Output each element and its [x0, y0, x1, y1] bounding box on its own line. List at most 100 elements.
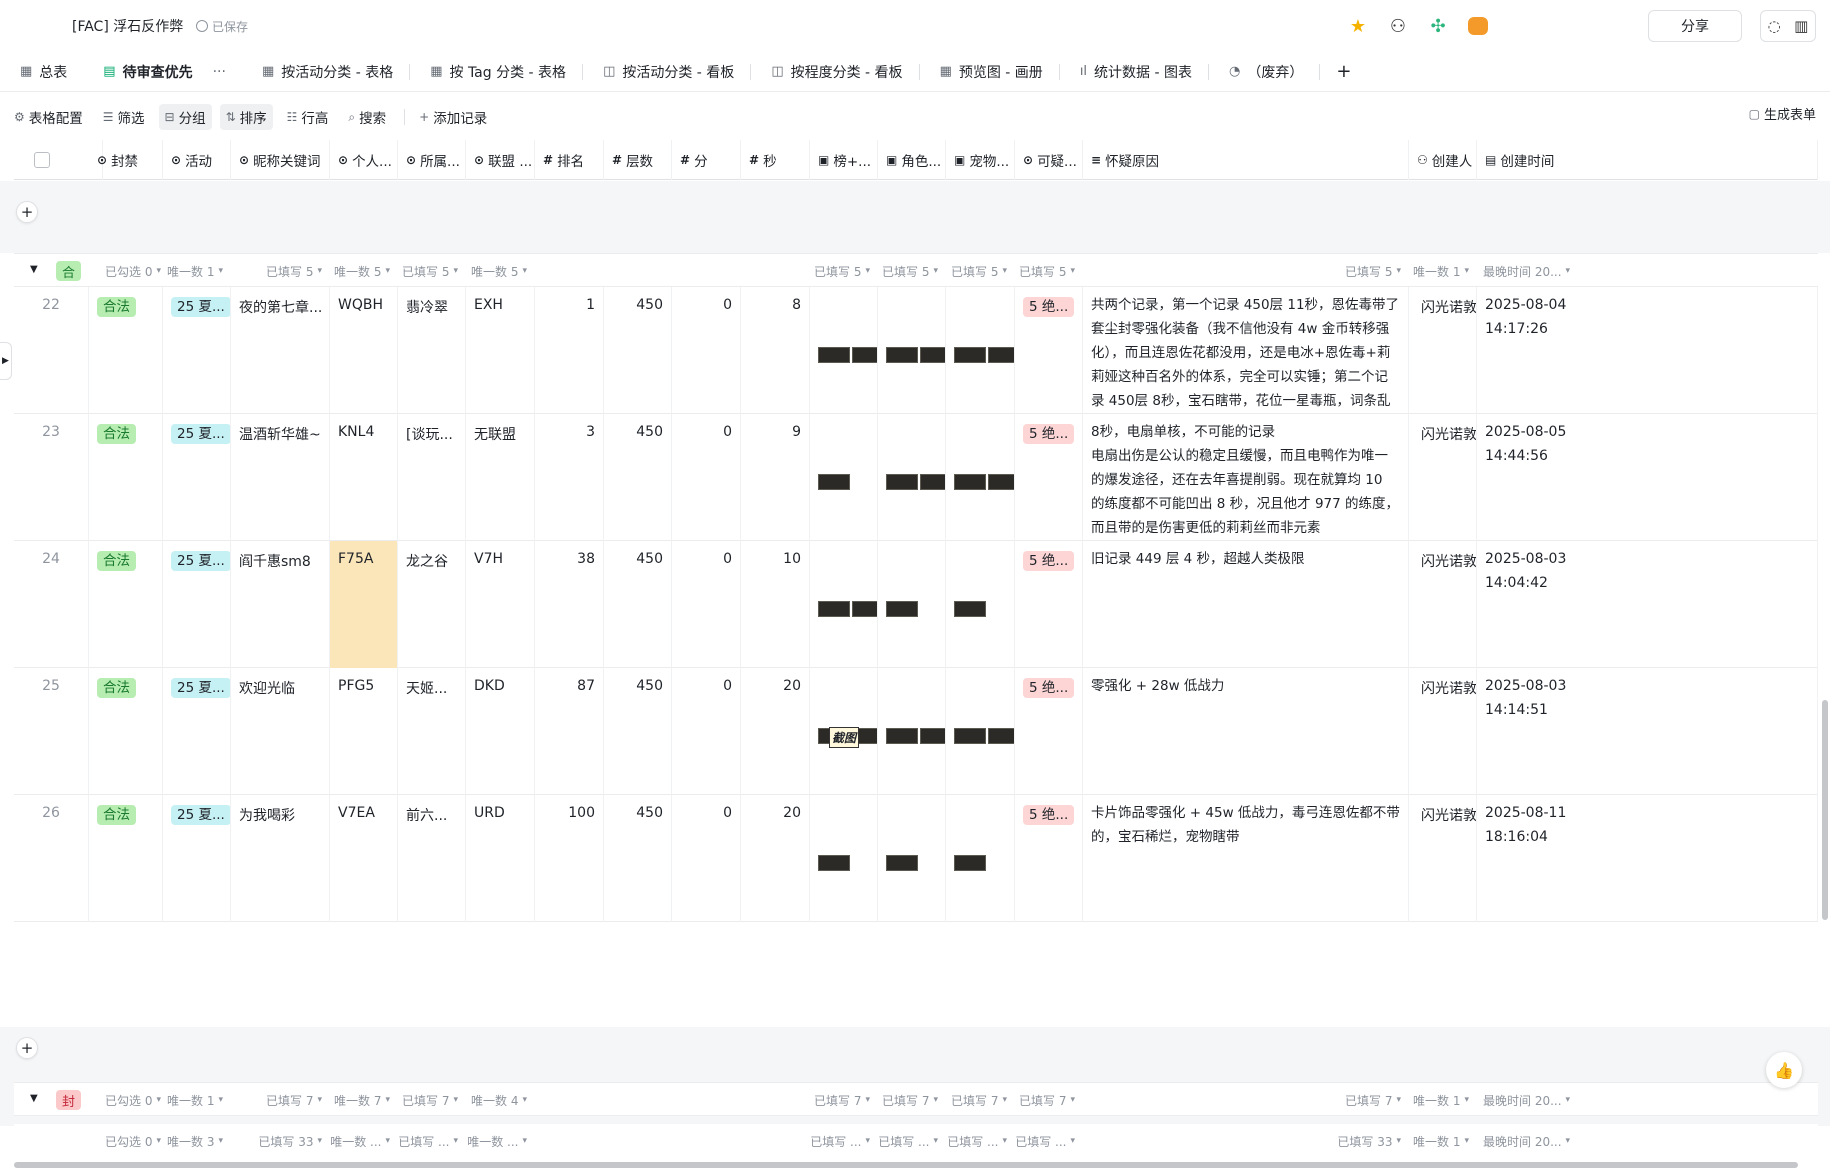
- column-header-belong[interactable]: ⊙ 所属...: [398, 140, 466, 180]
- aggregate-belong[interactable]: 已填写 5: [398, 254, 458, 288]
- cell-personal[interactable]: V7EA: [330, 795, 398, 922]
- cell-activity[interactable]: 25 夏...: [163, 541, 231, 668]
- tab-preview-gallery[interactable]: ▦ 预览图 - 画册: [920, 54, 1059, 90]
- cell-floors[interactable]: 450: [604, 668, 672, 795]
- column-header-ban[interactable]: ⊙ 封禁: [89, 140, 163, 180]
- aggregate-ban[interactable]: 已勾选 0: [105, 254, 171, 288]
- cell-nickname[interactable]: 阎千惠sm8: [231, 541, 330, 668]
- screenshot-thumbnail[interactable]: [818, 855, 850, 871]
- add-view-button[interactable]: +: [1336, 61, 1351, 82]
- cell-alliance[interactable]: 无联盟: [466, 414, 535, 541]
- screenshot-thumbnail[interactable]: [954, 347, 986, 363]
- cell-ban[interactable]: 合法: [89, 541, 163, 668]
- sidebar-toggle[interactable]: ▶: [0, 342, 12, 380]
- aggregate-ban[interactable]: 已勾选 0: [105, 1083, 171, 1117]
- column-header-board[interactable]: ▣ 榜+...: [810, 140, 878, 180]
- aggregate-personal[interactable]: 唯一数 7: [330, 1083, 390, 1117]
- cell-seconds[interactable]: 8: [741, 287, 810, 414]
- cell-activity[interactable]: 25 夏...: [163, 795, 231, 922]
- cell-ban[interactable]: 合法: [89, 414, 163, 541]
- screenshot-thumbnail[interactable]: [920, 728, 945, 744]
- screenshot-thumbnail[interactable]: [852, 347, 877, 363]
- cell-rank[interactable]: 1: [535, 287, 604, 414]
- collapse-caret-icon[interactable]: ▼: [30, 264, 38, 275]
- cell-seconds[interactable]: 9: [741, 414, 810, 541]
- cell-creator[interactable]: 闪光诺敦: [1409, 668, 1477, 795]
- screenshot-thumbnail[interactable]: [818, 474, 850, 490]
- tab-overview[interactable]: ▦ 总表: [0, 54, 83, 90]
- aggregate-activity[interactable]: 唯一数 1: [163, 1083, 223, 1117]
- aggregate-alliance[interactable]: 唯一数 ...: [466, 1124, 527, 1158]
- table-row[interactable]: 22 合法 25 夏... 夜的第七章... WQBH 翡冷翠 EXH 1 450 0 8 5 绝..…: [14, 287, 1818, 414]
- cell-suspect[interactable]: 5 绝...: [1015, 541, 1083, 668]
- collapse-caret-icon[interactable]: ▼: [30, 1093, 38, 1104]
- cell-board-attachment[interactable]: [810, 414, 878, 541]
- generate-form-button[interactable]: ▢ 生成表单: [1749, 104, 1816, 124]
- aggregate-suspect[interactable]: 已填写 ...: [1015, 1124, 1075, 1158]
- screenshot-thumbnail[interactable]: [954, 855, 986, 871]
- cell-creator[interactable]: 闪光诺敦: [1409, 414, 1477, 541]
- table-row[interactable]: 25 合法 25 夏... 欢迎光临 PFG5 天姬... DKD 87 450 0 20 5 绝..…: [14, 668, 1818, 795]
- cell-floors[interactable]: 450: [604, 541, 672, 668]
- add-record-button[interactable]: + 添加记录: [413, 104, 493, 130]
- cell-rank[interactable]: 100: [535, 795, 604, 922]
- aggregate-created[interactable]: 最晚时间 20...: [1483, 1083, 1816, 1117]
- screenshot-thumbnail[interactable]: [852, 601, 877, 617]
- cell-minutes[interactable]: 0: [672, 414, 741, 541]
- screenshot-thumbnail[interactable]: [886, 601, 918, 617]
- cell-created-time[interactable]: 2025-08-05 14:44:56: [1477, 414, 1818, 541]
- aggregate-role[interactable]: 已填写 7: [878, 1083, 938, 1117]
- cell-alliance[interactable]: URD: [466, 795, 535, 922]
- table-row[interactable]: 26 合法 25 夏... 为我喝彩 V7EA 前六... URD 100 450 0 20 5 绝.…: [14, 795, 1818, 922]
- tab-review-priority[interactable]: ▤ 待审查优先 ···: [83, 53, 242, 90]
- cell-created-time[interactable]: 2025-08-11 18:16:04: [1477, 795, 1818, 922]
- aggregate-suspect[interactable]: 已填写 5: [1015, 254, 1075, 288]
- column-header-nickname[interactable]: ⊙ 昵称关键词: [231, 140, 330, 180]
- aggregate-suspect[interactable]: 已填写 7: [1015, 1083, 1075, 1117]
- screenshot-thumbnail[interactable]: [954, 474, 986, 490]
- column-header-reason[interactable]: ≡ 怀疑原因: [1083, 140, 1409, 180]
- cell-creator[interactable]: 闪光诺敦: [1409, 541, 1477, 668]
- cell-creator[interactable]: 闪光诺敦: [1409, 795, 1477, 922]
- cell-alliance[interactable]: V7H: [466, 541, 535, 668]
- aggregate-nickname[interactable]: 已填写 7: [231, 1083, 322, 1117]
- aggregate-belong[interactable]: 已填写 ...: [398, 1124, 458, 1158]
- cell-pet-attachment[interactable]: [946, 541, 1015, 668]
- cell-ban[interactable]: 合法: [89, 795, 163, 922]
- cell-reason[interactable]: 卡片饰品零强化 + 45w 低战力，毒弓连恩佐都不带的，宝石稀烂，宠物瞎带: [1083, 795, 1409, 922]
- column-header-minutes[interactable]: # 分: [672, 140, 741, 180]
- aggregate-role[interactable]: 已填写 ...: [878, 1124, 938, 1158]
- screenshot-thumbnail[interactable]: [886, 855, 918, 871]
- aggregate-activity[interactable]: 唯一数 3: [163, 1124, 223, 1158]
- cell-suspect[interactable]: 5 绝...: [1015, 287, 1083, 414]
- column-header-suspect[interactable]: ⊙ 可疑...: [1015, 140, 1083, 180]
- tab-stats-chart[interactable]: ıl 统计数据 - 图表: [1060, 54, 1208, 90]
- cell-role-attachment[interactable]: [878, 287, 946, 414]
- column-header-seconds[interactable]: # 秒: [741, 140, 810, 180]
- cell-alliance[interactable]: EXH: [466, 287, 535, 414]
- select-all-checkbox[interactable]: [34, 152, 50, 168]
- cell-role-attachment[interactable]: [878, 541, 946, 668]
- screenshot-thumbnail[interactable]: [818, 347, 850, 363]
- sort-button[interactable]: ⇅ 排序: [219, 104, 273, 130]
- cell-nickname[interactable]: 夜的第七章...: [231, 287, 330, 414]
- aggregate-created[interactable]: 最晚时间 20...: [1483, 254, 1816, 288]
- screenshot-thumbnail[interactable]: [988, 347, 1014, 363]
- group-header-legal[interactable]: ▼ 合 已勾选 0唯一数 1已填写 5唯一数 5已填写 5唯一数 5已填写 5已…: [14, 253, 1818, 287]
- cell-nickname[interactable]: 欢迎光临: [231, 668, 330, 795]
- cell-rank[interactable]: 87: [535, 668, 604, 795]
- aggregate-alliance[interactable]: 唯一数 4: [466, 1083, 527, 1117]
- cell-belong[interactable]: 翡冷翠: [398, 287, 466, 414]
- tab-level-kanban[interactable]: ◫ 按程度分类 - 看板: [751, 54, 918, 90]
- cell-ban[interactable]: 合法: [89, 287, 163, 414]
- aggregate-board[interactable]: 已填写 5: [810, 254, 870, 288]
- column-header-creator[interactable]: ⚇ 创建人: [1409, 140, 1477, 180]
- cell-reason[interactable]: 8秒，电扇单核，不可能的记录 电扇出伤是公认的稳定且缓慢，而且电鸭作为唯一的爆发…: [1083, 414, 1409, 541]
- aggregate-nickname[interactable]: 已填写 33: [231, 1124, 322, 1158]
- cell-floors[interactable]: 450: [604, 795, 672, 922]
- document-title[interactable]: [FAC] 浮石反作弊: [72, 16, 183, 36]
- cell-alliance[interactable]: DKD: [466, 668, 535, 795]
- cell-board-attachment[interactable]: [810, 287, 878, 414]
- cell-created-time[interactable]: 2025-08-03 14:04:42: [1477, 541, 1818, 668]
- aggregate-reason[interactable]: 已填写 33: [1083, 1124, 1401, 1158]
